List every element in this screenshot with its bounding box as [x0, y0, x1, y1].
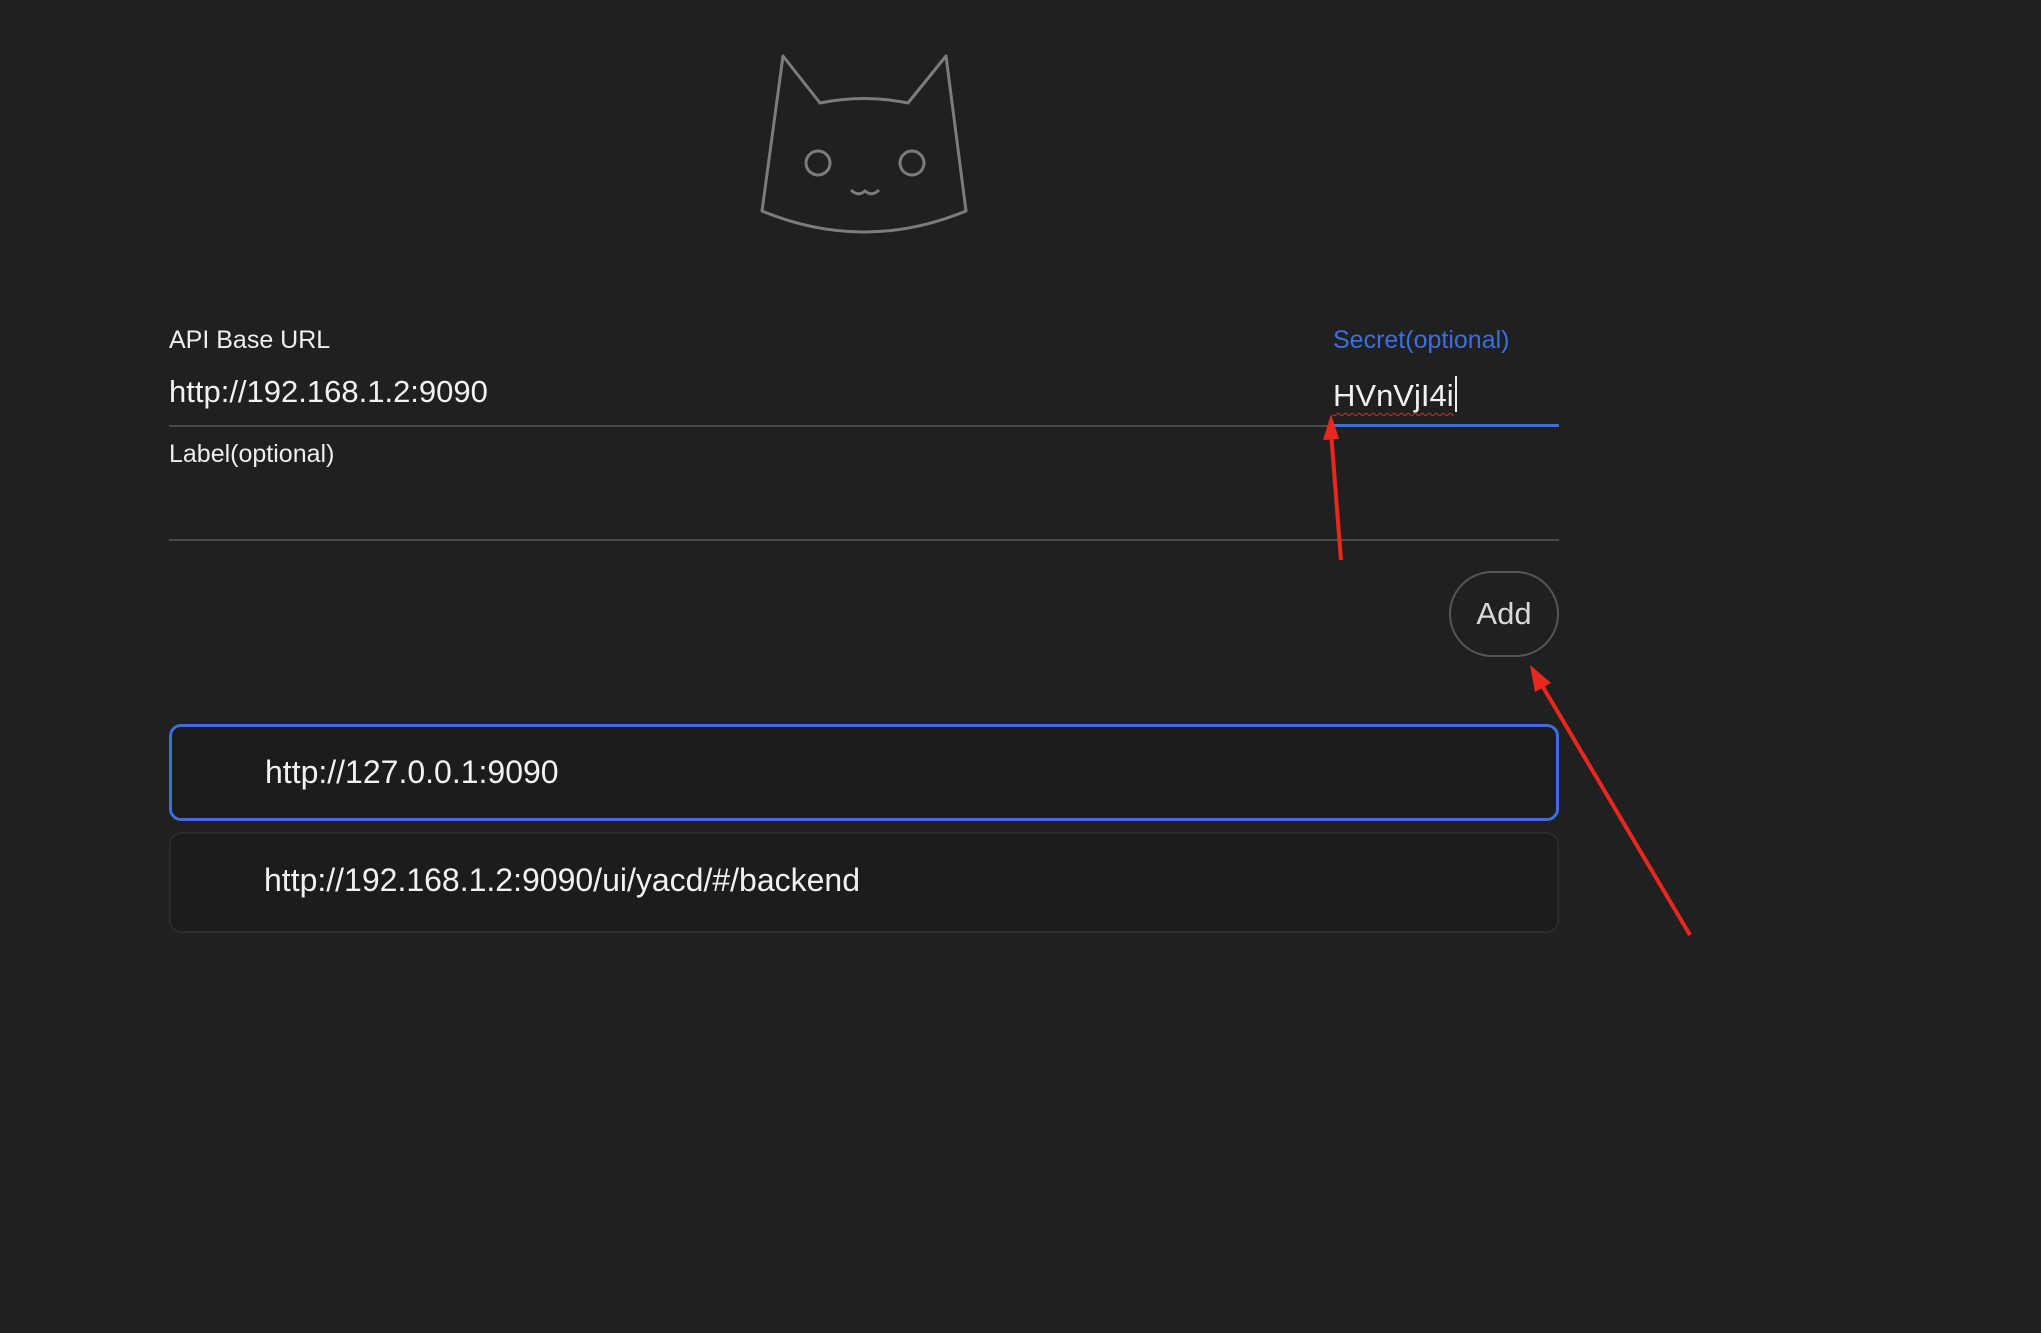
secret-label: Secret(optional): [1333, 326, 1510, 354]
backend-list-item[interactable]: http://127.0.0.1:9090: [169, 724, 1559, 821]
annotation-arrows: [1323, 414, 1692, 937]
api-base-url-input[interactable]: http://192.168.1.2:9090: [169, 376, 488, 407]
secret-input[interactable]: HVnVjI4i: [1333, 376, 1457, 412]
api-base-url-underline: [169, 425, 1332, 427]
label-underline: [169, 539, 1559, 541]
label-field-label: Label(optional): [169, 440, 335, 468]
backend-list-item[interactable]: http://192.168.1.2:9090/ui/yacd/#/backen…: [169, 832, 1559, 933]
text-caret: [1454, 376, 1457, 412]
api-base-url-label: API Base URL: [169, 326, 331, 354]
secret-input-text: HVnVjI4i: [1333, 378, 1454, 413]
cat-face-icon: [760, 54, 968, 234]
backend-url: http://127.0.0.1:9090: [265, 754, 559, 790]
add-button[interactable]: Add: [1449, 571, 1559, 657]
secret-underline: [1333, 424, 1559, 427]
backend-url: http://192.168.1.2:9090/ui/yacd/#/backen…: [264, 862, 861, 898]
